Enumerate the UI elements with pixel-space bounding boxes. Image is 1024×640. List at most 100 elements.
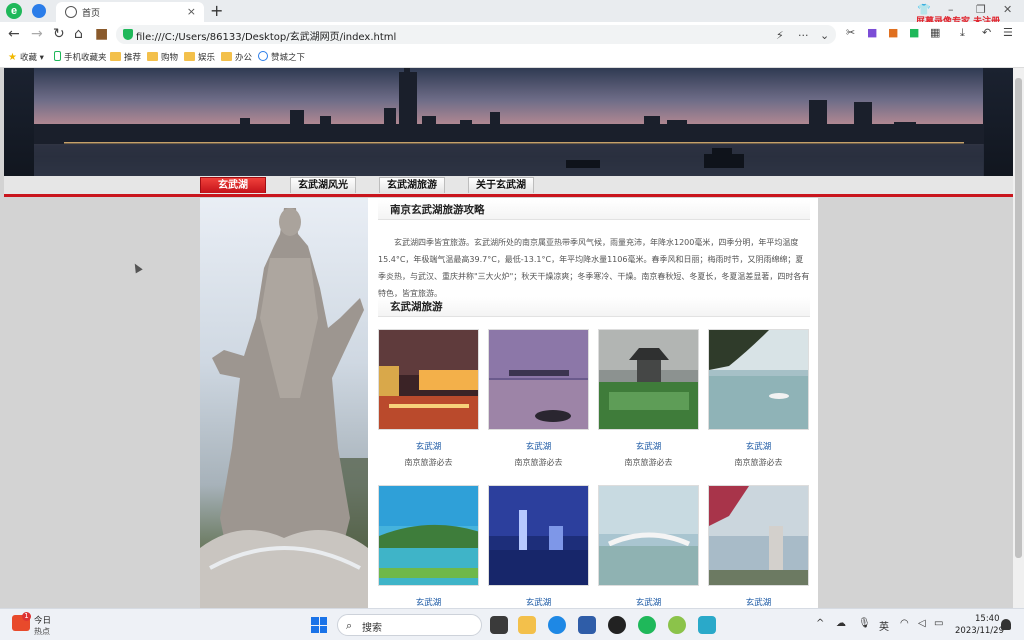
card-photo-statue-blossom[interactable] bbox=[708, 485, 809, 586]
statue-image bbox=[200, 198, 368, 608]
shield-icon bbox=[123, 29, 133, 40]
scrollbar-thumb[interactable] bbox=[1015, 78, 1022, 558]
extension-icon[interactable]: ■ bbox=[867, 26, 877, 39]
card-title[interactable]: 玄武湖 bbox=[378, 596, 479, 608]
file-explorer-icon[interactable] bbox=[518, 616, 536, 634]
close-window-icon[interactable]: ✕ bbox=[1003, 3, 1012, 16]
card-7[interactable]: 玄武湖 bbox=[598, 485, 699, 613]
card-photo-night-skyline[interactable] bbox=[488, 485, 589, 586]
main-content: 南京玄武湖旅游攻略 玄武湖四季皆宜旅游。玄武湖所处的南京属亚热带季风气候，雨量充… bbox=[368, 198, 818, 609]
browser-secondary-icon[interactable] bbox=[32, 4, 46, 18]
card-subtitle: 南京旅游必去 bbox=[624, 458, 673, 467]
bookmark-office[interactable]: 办公 bbox=[221, 51, 252, 63]
wifi-icon[interactable]: ◠ bbox=[900, 618, 909, 629]
card-title[interactable]: 玄武湖 bbox=[708, 596, 809, 608]
card-1[interactable]: 玄武湖 南京旅游必去 bbox=[378, 329, 479, 468]
volume-icon[interactable]: ◁ bbox=[918, 618, 926, 629]
store-icon[interactable] bbox=[578, 616, 596, 634]
card-photo-willow-lake[interactable] bbox=[708, 329, 809, 430]
card-subtitle: 南京旅游必去 bbox=[734, 458, 783, 467]
nav-scenery[interactable]: 玄武湖风光 bbox=[290, 177, 356, 193]
more-icon[interactable]: ··· bbox=[798, 29, 809, 42]
card-title[interactable]: 玄武湖 bbox=[598, 440, 699, 452]
card-4[interactable]: 玄武湖 南京旅游必去 bbox=[708, 329, 809, 468]
card-3[interactable]: 玄武湖 南京旅游必去 bbox=[598, 329, 699, 468]
browser2-taskbar-icon[interactable] bbox=[668, 616, 686, 634]
ime-indicator[interactable]: 英 bbox=[879, 618, 889, 633]
briefcase-icon[interactable]: ■ bbox=[95, 26, 108, 42]
card-6[interactable]: 玄武湖 bbox=[488, 485, 589, 613]
globe-icon bbox=[65, 6, 77, 18]
card-photo-night-lights[interactable] bbox=[378, 329, 479, 430]
menu-icon[interactable]: ☰ bbox=[1003, 26, 1013, 39]
url-text: file:///C:/Users/86133/Desktop/玄武湖网页/ind… bbox=[136, 32, 397, 43]
card-title[interactable]: 玄武湖 bbox=[708, 440, 809, 452]
page-scrollbar[interactable] bbox=[1013, 68, 1024, 608]
undo-icon[interactable]: ↶ bbox=[982, 26, 991, 39]
dell-icon[interactable] bbox=[608, 616, 626, 634]
section-title-tourism: 玄武湖旅游 bbox=[378, 297, 810, 317]
reload-icon[interactable]: ↻ bbox=[53, 26, 65, 42]
home-icon[interactable]: ⌂ bbox=[74, 26, 83, 42]
taskbar-search[interactable]: ⌕ 搜索 bbox=[337, 614, 482, 636]
section-title-guide: 南京玄武湖旅游攻略 bbox=[378, 200, 810, 220]
browser-taskbar-icon[interactable] bbox=[638, 616, 656, 634]
tray-chevron-icon[interactable]: ^ bbox=[816, 618, 824, 629]
weather-line2[interactable]: 热点 bbox=[34, 626, 50, 637]
bookmark-mobile[interactable]: 手机收藏夹 bbox=[54, 51, 107, 63]
game-icon[interactable]: ■ bbox=[888, 26, 898, 39]
start-button[interactable] bbox=[311, 617, 327, 633]
edge-icon[interactable] bbox=[548, 616, 566, 634]
url-field[interactable]: file:///C:/Users/86133/Desktop/玄武湖网页/ind… bbox=[116, 25, 836, 44]
lightning-icon[interactable]: ⚡ bbox=[776, 29, 784, 42]
browser-logo-icon[interactable]: e bbox=[6, 3, 22, 19]
card-title[interactable]: 玄武湖 bbox=[488, 596, 589, 608]
weather-line1[interactable]: 今日 bbox=[34, 614, 51, 626]
bookmark-entertainment[interactable]: 娱乐 bbox=[184, 51, 215, 63]
notification-bell-icon[interactable] bbox=[1001, 619, 1011, 630]
card-title[interactable]: 玄武湖 bbox=[488, 440, 589, 452]
card-photo-pavilion[interactable] bbox=[598, 329, 699, 430]
forward-icon[interactable]: → bbox=[31, 26, 43, 42]
card-2[interactable]: 玄武湖 南京旅游必去 bbox=[488, 329, 589, 468]
new-tab-button[interactable]: + bbox=[210, 1, 223, 20]
bookmarks-bar: ★ 收藏 ▾ 手机收藏夹 推荐 购物 娱乐 办公 赞城之下 bbox=[0, 46, 1024, 68]
bookmark-shopping[interactable]: 购物 bbox=[147, 51, 178, 63]
task-view-icon[interactable] bbox=[490, 616, 508, 634]
clock-time[interactable]: 15:40 bbox=[975, 614, 1000, 624]
apps-grid-icon[interactable]: ▦ bbox=[930, 26, 940, 39]
card-title[interactable]: 玄武湖 bbox=[598, 596, 699, 608]
card-photo-green-shore[interactable] bbox=[378, 485, 479, 586]
browser-tab-bar: e 首页 × + 👕 – ❐ ✕ 屏幕录像专家 未注册 bbox=[0, 0, 1024, 27]
card-5[interactable]: 玄武湖 bbox=[378, 485, 479, 613]
card-subtitle: 南京旅游必去 bbox=[514, 458, 563, 467]
card-photo-dusk-lake[interactable] bbox=[488, 329, 589, 430]
card-title[interactable]: 玄武湖 bbox=[378, 440, 479, 452]
bookmark-recommend[interactable]: 推荐 bbox=[110, 51, 141, 63]
mic-icon[interactable]: 🎙 bbox=[858, 618, 871, 629]
chat-icon[interactable]: ■ bbox=[909, 26, 919, 39]
skyline-image bbox=[34, 68, 984, 176]
clock-date[interactable]: 2023/11/29 bbox=[955, 626, 1004, 636]
tab-home[interactable]: 首页 × bbox=[56, 2, 204, 22]
back-icon[interactable]: ← bbox=[8, 26, 20, 42]
globe-icon bbox=[258, 51, 268, 61]
star-icon: ★ bbox=[8, 52, 17, 63]
folder-icon bbox=[147, 52, 158, 61]
bookmark-site[interactable]: 赞城之下 bbox=[258, 51, 305, 63]
skyline-banner bbox=[4, 68, 1013, 176]
nav-tourism[interactable]: 玄武湖旅游 bbox=[379, 177, 445, 193]
cloud-icon[interactable]: ☁ bbox=[836, 618, 846, 629]
notepad-icon[interactable] bbox=[698, 616, 716, 634]
folder-icon bbox=[110, 52, 121, 61]
battery-icon[interactable]: ▭ bbox=[934, 618, 943, 629]
nav-home[interactable]: 玄武湖 bbox=[200, 177, 266, 193]
bookmark-favorites[interactable]: ★ 收藏 ▾ bbox=[8, 51, 44, 63]
scissors-icon[interactable]: ✂ bbox=[846, 26, 855, 39]
download-icon[interactable]: ⤓ bbox=[960, 26, 965, 40]
chevron-down-icon[interactable]: ⌄ bbox=[820, 29, 829, 42]
nav-about[interactable]: 关于玄武湖 bbox=[468, 177, 534, 193]
close-icon[interactable]: × bbox=[187, 5, 196, 18]
card-8[interactable]: 玄武湖 bbox=[708, 485, 809, 613]
card-photo-bridge[interactable] bbox=[598, 485, 699, 586]
